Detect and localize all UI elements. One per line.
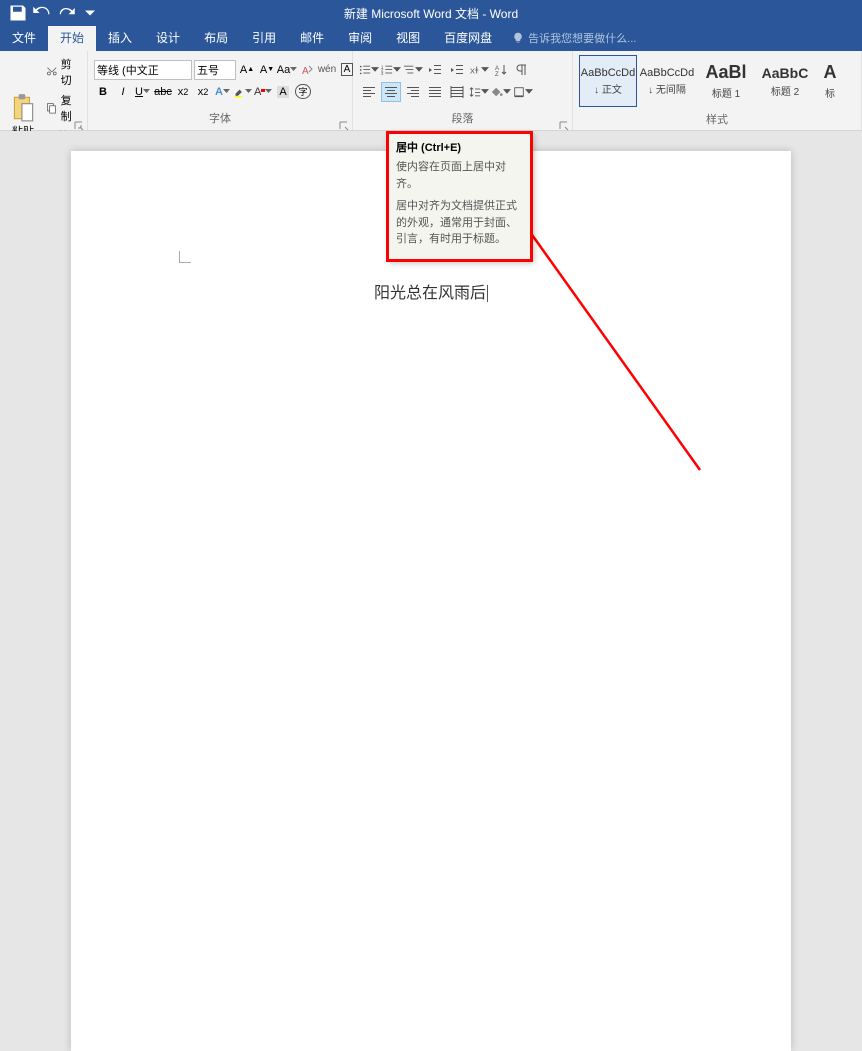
tab-review[interactable]: 审阅	[336, 24, 384, 51]
bold-button[interactable]: B	[94, 82, 112, 102]
tab-netdisk[interactable]: 百度网盘	[432, 24, 504, 51]
document-page[interactable]: 阳光总在风雨后	[71, 151, 791, 1051]
paragraph-launcher[interactable]	[559, 118, 569, 128]
char-shading-button[interactable]: A	[274, 82, 292, 102]
subscript-button[interactable]: x2	[174, 82, 192, 102]
tab-design[interactable]: 设计	[144, 24, 192, 51]
align-justify-button[interactable]	[425, 82, 445, 102]
group-font: A▲ A▼ Aa A wén A B I U abc x2 x2 A A A 字	[88, 51, 353, 130]
ribbon: 粘贴 剪切 复制 格式刷 剪贴板 A▲ A▼ Aa A wén A	[0, 51, 862, 131]
margin-indicator	[179, 251, 191, 263]
svg-text:X: X	[470, 66, 475, 75]
paint-bucket-icon	[491, 85, 503, 99]
lightbulb-icon	[512, 32, 524, 44]
document-body-text[interactable]: 阳光总在风雨后	[374, 279, 488, 303]
window-title: 新建 Microsoft Word 文档 - Word	[344, 5, 518, 22]
multilevel-list-button[interactable]	[403, 60, 423, 80]
tell-me-search[interactable]: 告诉我您想要做什么...	[504, 25, 644, 51]
highlighter-icon	[234, 85, 245, 99]
style-heading1[interactable]: AaBl标题 1	[697, 55, 755, 107]
undo-button[interactable]	[32, 3, 52, 23]
group-styles: AaBbCcDd↓ 正文 AaBbCcDd↓ 无间隔 AaBl标题 1 AaBb…	[573, 51, 862, 130]
font-size-select[interactable]	[194, 60, 236, 80]
font-color-button[interactable]: A	[254, 82, 272, 102]
line-spacing-button[interactable]	[469, 82, 489, 102]
tab-home[interactable]: 开始	[48, 24, 96, 51]
bullets-button[interactable]	[359, 60, 379, 80]
highlight-button[interactable]	[234, 82, 252, 102]
tooltip-body-1: 使内容在页面上居中对齐。	[396, 159, 523, 192]
font-group-label: 字体	[92, 108, 348, 128]
decrease-font-button[interactable]: A▼	[258, 60, 276, 80]
font-launcher[interactable]	[339, 118, 349, 128]
sort-button[interactable]: AZ	[491, 60, 511, 80]
tooltip-body-2: 居中对齐为文档提供正式的外观，通常用于封面、引言，有时用于标题。	[396, 198, 523, 248]
tab-file[interactable]: 文件	[0, 24, 48, 51]
italic-button[interactable]: I	[114, 82, 132, 102]
change-case-button[interactable]: Aa	[278, 60, 296, 80]
increase-font-button[interactable]: A▲	[238, 60, 256, 80]
decrease-indent-button[interactable]	[425, 60, 445, 80]
increase-indent-button[interactable]	[447, 60, 467, 80]
qat-customize[interactable]	[80, 3, 100, 23]
align-center-tooltip: 居中 (Ctrl+E) 使内容在页面上居中对齐。 居中对齐为文档提供正式的外观，…	[387, 132, 532, 261]
group-clipboard: 粘贴 剪切 复制 格式刷 剪贴板	[0, 51, 88, 130]
align-distributed-button[interactable]	[447, 82, 467, 102]
phonetic-guide-button[interactable]: wén	[318, 60, 336, 80]
pilcrow-icon	[516, 63, 530, 77]
group-paragraph: 123 X AZ 段落	[353, 51, 573, 130]
svg-text:A: A	[302, 66, 309, 77]
show-marks-button[interactable]	[513, 60, 533, 80]
quick-access-toolbar	[0, 3, 108, 23]
align-right-button[interactable]	[403, 82, 423, 102]
clipboard-icon	[10, 93, 36, 123]
numbering-button[interactable]: 123	[381, 60, 401, 80]
redo-button[interactable]	[56, 3, 76, 23]
underline-button[interactable]: U	[134, 82, 152, 102]
scissors-icon	[46, 65, 58, 79]
styles-group-label: 样式	[577, 109, 857, 129]
align-left-button[interactable]	[359, 82, 379, 102]
tab-references[interactable]: 引用	[240, 24, 288, 51]
tab-insert[interactable]: 插入	[96, 24, 144, 51]
align-center-button[interactable]	[381, 82, 401, 102]
style-no-spacing[interactable]: AaBbCcDd↓ 无间隔	[638, 55, 696, 107]
tab-layout[interactable]: 布局	[192, 24, 240, 51]
tooltip-title: 居中 (Ctrl+E)	[396, 139, 523, 155]
tell-me-label: 告诉我您想要做什么...	[528, 30, 636, 46]
strikethrough-button[interactable]: abc	[154, 82, 172, 102]
style-gallery: AaBbCcDd↓ 正文 AaBbCcDd↓ 无间隔 AaBl标题 1 AaBb…	[577, 53, 847, 109]
save-button[interactable]	[8, 3, 28, 23]
tab-view[interactable]: 视图	[384, 24, 432, 51]
text-effects-button[interactable]: A	[214, 82, 232, 102]
ribbon-tabs: 文件 开始 插入 设计 布局 引用 邮件 审阅 视图 百度网盘 告诉我您想要做什…	[0, 26, 862, 51]
paragraph-group-label: 段落	[357, 108, 568, 128]
copy-icon	[46, 101, 58, 115]
titlebar: 新建 Microsoft Word 文档 - Word	[0, 0, 862, 26]
borders-button[interactable]	[513, 82, 533, 102]
shading-button[interactable]	[491, 82, 511, 102]
svg-text:Z: Z	[495, 72, 499, 77]
svg-text:3: 3	[381, 71, 384, 76]
asian-layout-button[interactable]: X	[469, 60, 489, 80]
font-name-select[interactable]	[94, 60, 192, 80]
style-normal[interactable]: AaBbCcDd↓ 正文	[579, 55, 637, 107]
style-heading2[interactable]: AaBbC标题 2	[756, 55, 814, 107]
clear-format-button[interactable]: A	[298, 60, 316, 80]
eraser-a-icon: A	[300, 63, 314, 77]
clipboard-launcher[interactable]	[74, 118, 84, 128]
cut-button[interactable]: 剪切	[44, 55, 81, 89]
superscript-button[interactable]: x2	[194, 82, 212, 102]
tab-mailings[interactable]: 邮件	[288, 24, 336, 51]
style-more[interactable]: A标	[815, 55, 845, 107]
enclose-char-button[interactable]: 字	[294, 82, 312, 102]
